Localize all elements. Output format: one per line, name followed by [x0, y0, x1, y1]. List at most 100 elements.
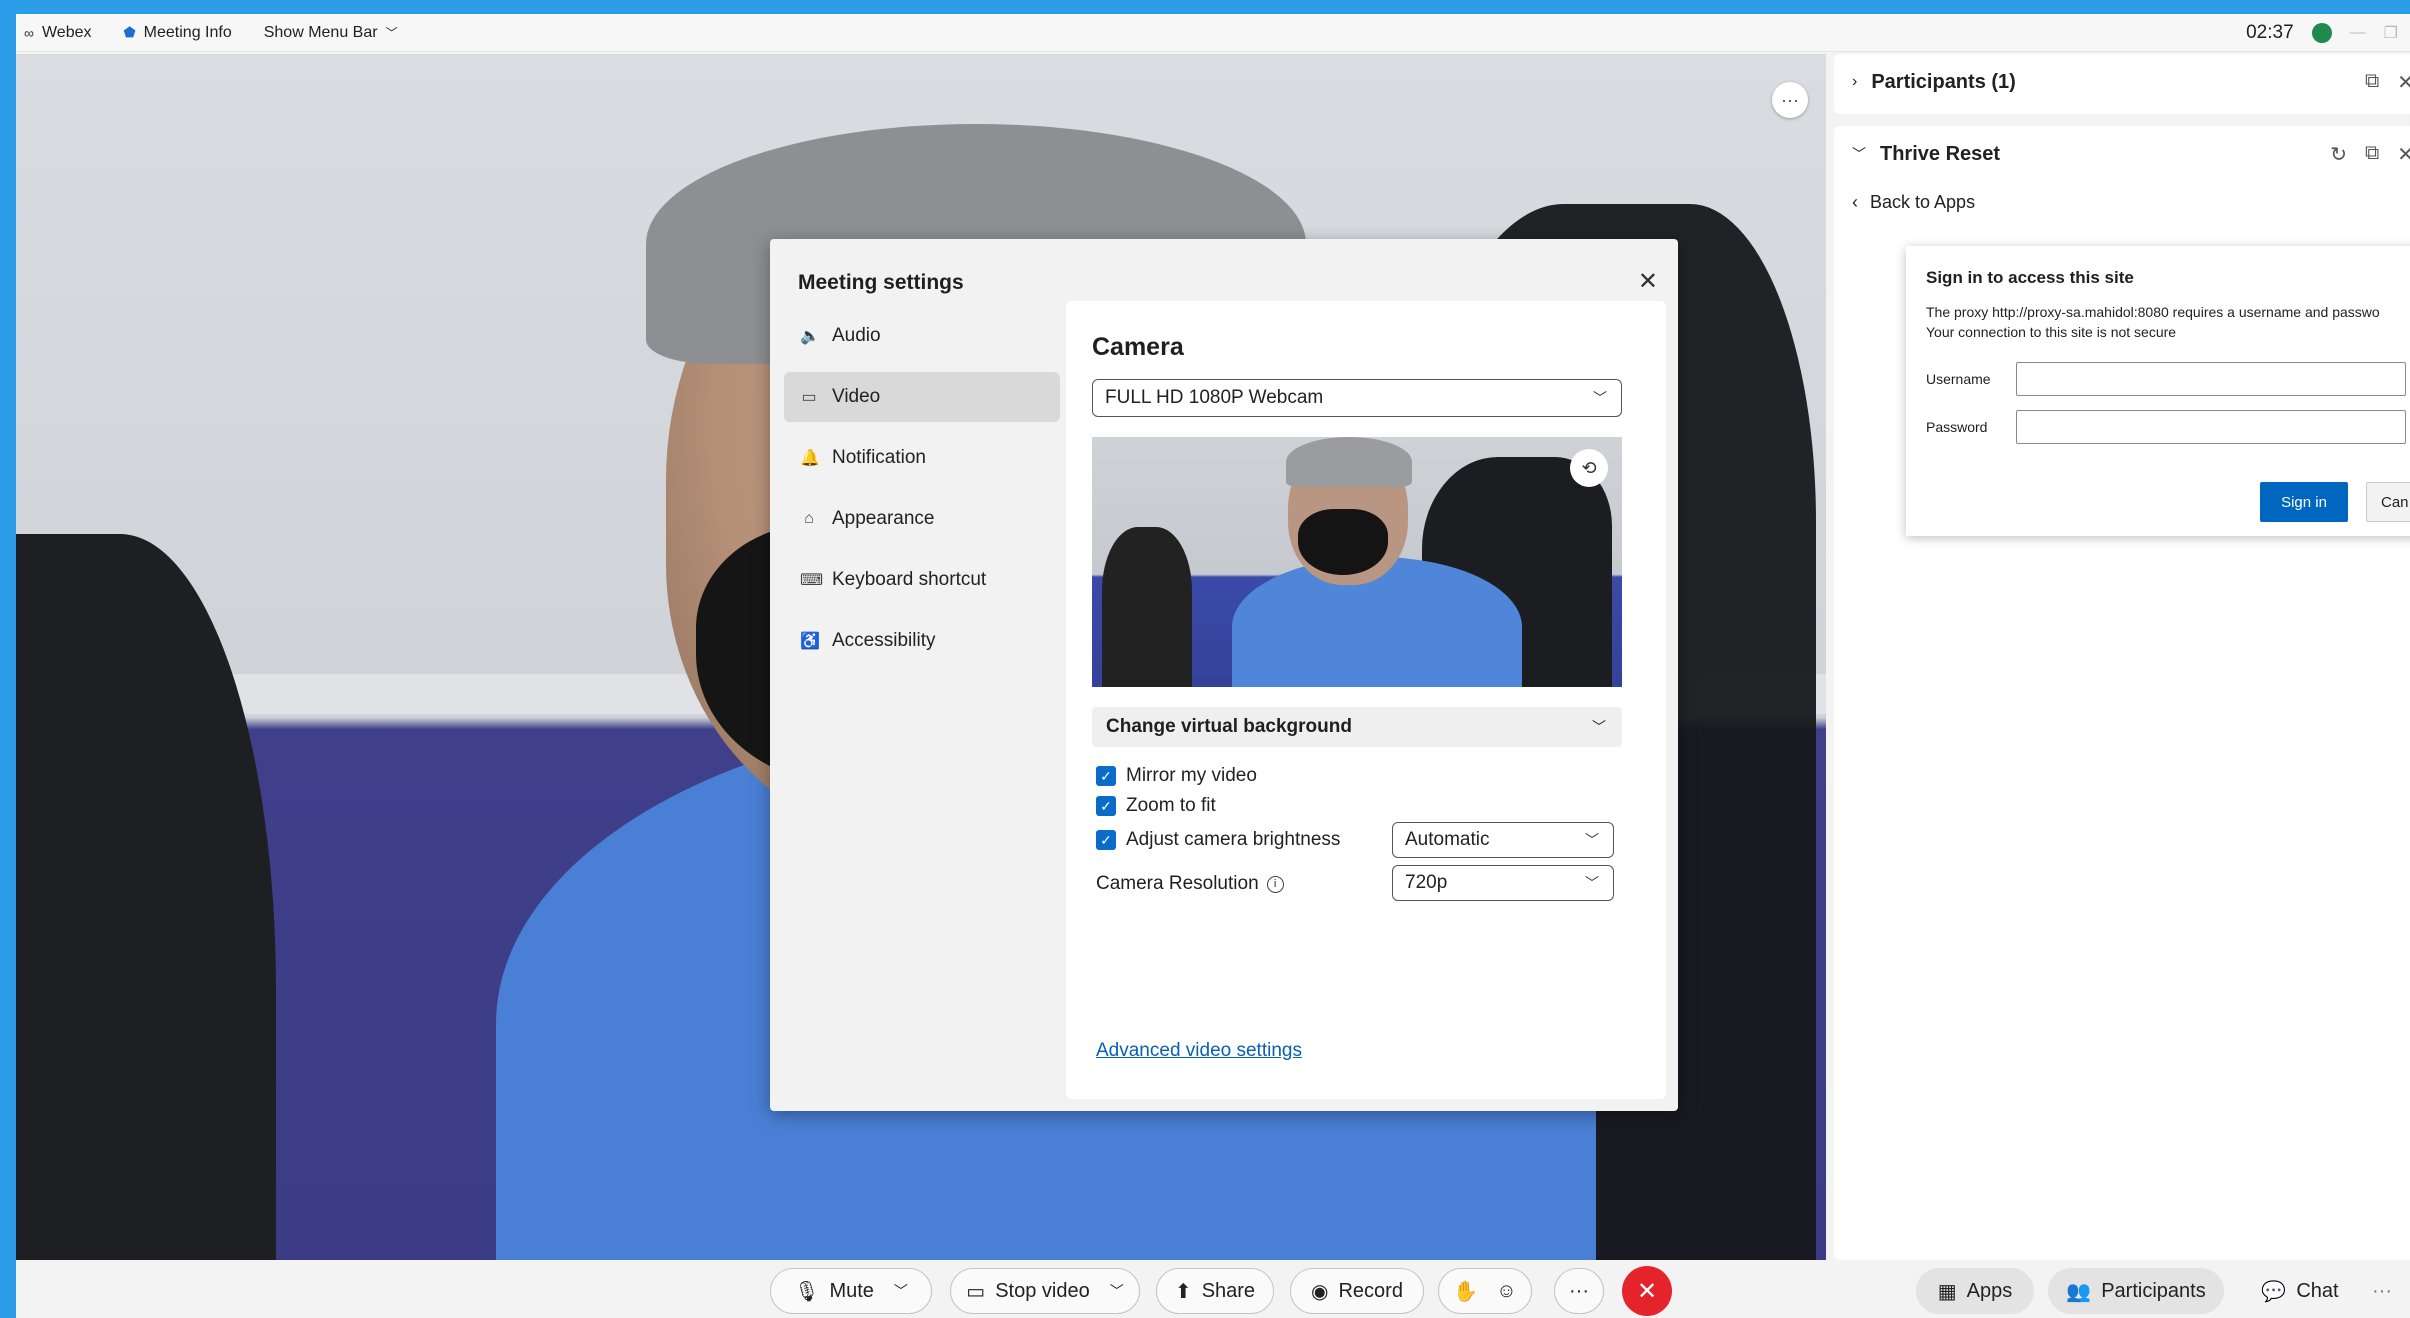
- app-header[interactable]: ﹀ Thrive Reset ↻ ⧉ ✕: [1834, 126, 2410, 182]
- share-button[interactable]: ⬆ Share: [1156, 1268, 1274, 1314]
- back-to-apps-link[interactable]: ‹ Back to Apps: [1834, 182, 2410, 222]
- cancel-button[interactable]: Can: [2366, 482, 2410, 522]
- mirror-video-option[interactable]: ✓ Mirror my video: [1096, 765, 1257, 787]
- mute-label: Mute: [829, 1279, 874, 1302]
- apps-button[interactable]: ▦ Apps: [1916, 1268, 2034, 1314]
- participants-title: Participants (1): [1871, 70, 2016, 93]
- close-icon[interactable]: ✕: [1638, 267, 1658, 296]
- camera-device-select[interactable]: FULL HD 1080P Webcam ﹀: [1092, 379, 1622, 417]
- chevron-down-icon[interactable]: ﹀: [1110, 1281, 1124, 1301]
- stop-video-label: Stop video: [995, 1279, 1090, 1302]
- apps-label: Apps: [1966, 1279, 2013, 1302]
- chevron-down-icon[interactable]: ﹀: [894, 1281, 908, 1301]
- app-title: Thrive Reset: [1880, 142, 2001, 165]
- brightness-select[interactable]: Automatic ﹀: [1392, 822, 1614, 858]
- mute-button[interactable]: 🎙 Mute ﹀: [770, 1268, 932, 1314]
- chevron-down-icon: ﹀: [1585, 832, 1599, 848]
- username-field[interactable]: [2016, 362, 2406, 396]
- virtual-background-dropdown[interactable]: Change virtual background ﹀: [1092, 707, 1622, 747]
- nav-item-video[interactable]: ▭ Video: [784, 372, 1060, 422]
- preview-chair-left: [1102, 527, 1192, 687]
- camera-heading: Camera: [1092, 333, 1184, 361]
- sign-in-button[interactable]: Sign in: [2260, 482, 2348, 522]
- nav-label: Notification: [832, 447, 926, 468]
- nav-label: Keyboard shortcut: [832, 569, 987, 590]
- connection-status-icon[interactable]: [2311, 23, 2332, 43]
- zoom-to-fit-option[interactable]: ✓ Zoom to fit: [1096, 795, 1216, 817]
- zoom-to-fit-checkbox[interactable]: ✓: [1096, 796, 1116, 816]
- record-label: Record: [1338, 1279, 1403, 1302]
- chat-icon: 💬: [2261, 1280, 2287, 1303]
- nav-label: Appearance: [832, 508, 935, 529]
- more-options-button[interactable]: ···: [1554, 1268, 1604, 1314]
- mirror-video-checkbox[interactable]: ✓: [1096, 766, 1116, 786]
- chat-button[interactable]: 💬 Chat: [2248, 1268, 2352, 1314]
- nav-label: Audio: [832, 325, 881, 346]
- participants-header[interactable]: › Participants (1) ⧉ ✕: [1834, 54, 2410, 110]
- meeting-settings-dialog: Meeting settings ✕ 🔈 Audio ▭ Video 🔔 Not…: [770, 239, 1678, 1111]
- end-meeting-button[interactable]: ✕: [1622, 1266, 1672, 1316]
- webex-logo[interactable]: ∞ Webex: [24, 24, 92, 42]
- nav-item-keyboard-shortcut[interactable]: ⌨ Keyboard shortcut: [784, 555, 1060, 605]
- nav-item-notification[interactable]: 🔔 Notification: [784, 433, 1060, 483]
- adjust-brightness-label: Adjust camera brightness: [1126, 829, 1341, 850]
- record-button[interactable]: ◉ Record: [1290, 1268, 1424, 1314]
- meeting-info-button[interactable]: ⬟ Meeting Info: [124, 24, 232, 42]
- camera-icon: ▭: [801, 389, 817, 406]
- sign-in-title: Sign in to access this site: [1926, 268, 2134, 287]
- refresh-icon[interactable]: ↻: [2330, 142, 2347, 167]
- video-more-button[interactable]: ···: [1772, 82, 1808, 118]
- username-label: Username: [1926, 371, 1991, 387]
- settings-nav: 🔈 Audio ▭ Video 🔔 Notification ⌂ Appeara…: [784, 311, 1060, 677]
- resolution-select[interactable]: 720p ﹀: [1392, 865, 1614, 901]
- camera-preview: ⟲: [1092, 437, 1622, 687]
- info-icon[interactable]: i: [1266, 875, 1284, 893]
- keyboard-icon: ⌨: [800, 572, 824, 589]
- paint-icon: ⌂: [804, 510, 814, 527]
- show-menu-bar-label: Show Menu Bar: [263, 23, 378, 41]
- advanced-video-settings-link[interactable]: Advanced video settings: [1096, 1040, 1302, 1062]
- popout-icon[interactable]: ⧉: [2365, 142, 2379, 167]
- camera-resolution-label: Camera Resolution: [1096, 873, 1259, 894]
- meeting-clock: 02:37: [2246, 22, 2294, 43]
- nav-item-audio[interactable]: 🔈 Audio: [784, 311, 1060, 361]
- nav-item-appearance[interactable]: ⌂ Appearance: [784, 494, 1060, 544]
- chair-left: [16, 534, 276, 1260]
- minimize-icon[interactable]: —: [2350, 24, 2366, 42]
- chevron-down-icon: ﹀: [1592, 719, 1606, 735]
- password-field[interactable]: [2016, 410, 2406, 444]
- camera-device-value: FULL HD 1080P Webcam: [1105, 387, 1324, 408]
- virtual-background-label: Change virtual background: [1106, 716, 1352, 737]
- chevron-right-icon: ›: [1852, 73, 1858, 90]
- adjust-brightness-checkbox[interactable]: ✓: [1096, 830, 1116, 850]
- nav-item-accessibility[interactable]: ♿ Accessibility: [784, 616, 1060, 666]
- accessibility-icon: ♿: [800, 633, 820, 650]
- sign-in-message: The proxy http://proxy-sa.mahidol:8080 r…: [1926, 304, 2380, 320]
- adjust-brightness-option[interactable]: ✓ Adjust camera brightness: [1096, 829, 1340, 851]
- close-icon[interactable]: ✕: [2397, 70, 2410, 95]
- chevron-down-icon: ﹀: [385, 26, 398, 40]
- restore-icon[interactable]: ❐: [2384, 23, 2398, 43]
- stop-video-button[interactable]: ▭ Stop video ﹀: [950, 1268, 1140, 1314]
- rotate-camera-button[interactable]: ⟲: [1570, 449, 1608, 487]
- popout-icon[interactable]: ⧉: [2365, 70, 2379, 95]
- microphone-icon: 🎙: [794, 1280, 820, 1303]
- back-to-apps-label: Back to Apps: [1870, 191, 1976, 212]
- webex-window: ∞ Webex ⬟ Meeting Info Show Menu Bar ﹀ 0…: [16, 14, 2410, 1318]
- apps-icon: ▦: [1937, 1280, 1957, 1303]
- close-icon[interactable]: ✕: [2397, 142, 2410, 167]
- preview-hair: [1286, 437, 1412, 487]
- raise-hand-icon[interactable]: ✋: [1453, 1279, 1478, 1304]
- meeting-toolbar: 🎙 Mute ﹀ ▭ Stop video ﹀ ⬆ Share ◉ Record…: [16, 1260, 2410, 1318]
- emoji-reaction-icon[interactable]: ☺: [1496, 1280, 1516, 1303]
- bell-icon: 🔔: [800, 450, 820, 467]
- password-label: Password: [1926, 419, 1988, 435]
- resolution-value: 720p: [1405, 872, 1448, 893]
- chevron-down-icon: ﹀: [1585, 875, 1599, 891]
- panel-more-button[interactable]: ···: [2362, 1268, 2402, 1314]
- video-settings-panel: Camera FULL HD 1080P Webcam ﹀ ⟲ Change v…: [1066, 301, 1666, 1099]
- participants-button[interactable]: 👥 Participants: [2048, 1268, 2224, 1314]
- show-menu-bar-button[interactable]: Show Menu Bar ﹀: [264, 24, 398, 42]
- video-camera-icon: ▭: [966, 1280, 986, 1303]
- settings-title: Meeting settings: [798, 271, 964, 294]
